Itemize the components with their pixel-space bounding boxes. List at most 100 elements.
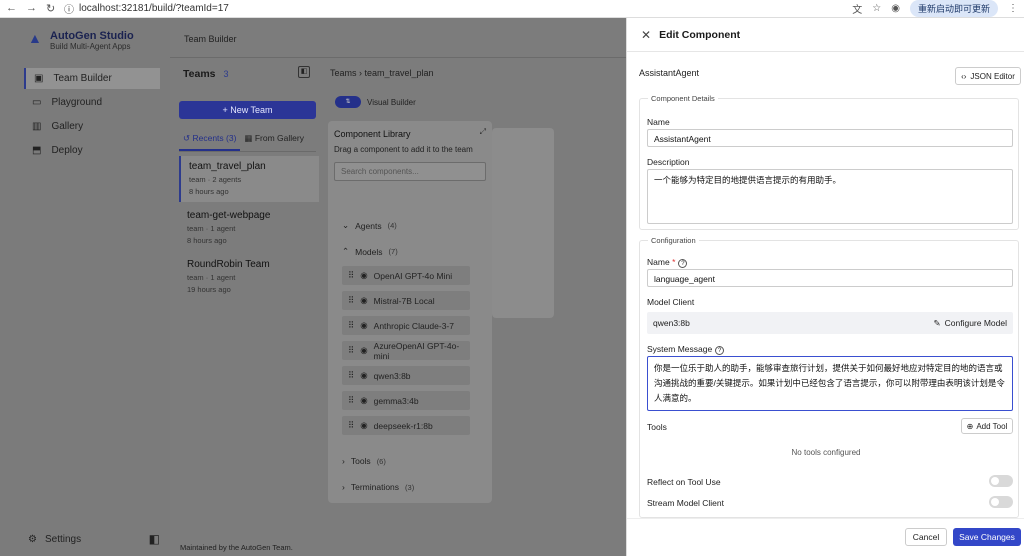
page-title: Team Builder <box>184 34 237 44</box>
tools-label: Tools <box>647 422 667 432</box>
name-field[interactable]: AssistantAgent <box>647 129 1013 147</box>
footer: Maintained by the AutoGen Team. <box>180 543 293 552</box>
address-bar[interactable]: ⓘ localhost:32181/build/?teamId=17 <box>64 1 229 16</box>
json-editor-button[interactable]: ‹› JSON Editor <box>955 67 1021 85</box>
bookmark-star-icon[interactable]: ☆ <box>872 3 881 14</box>
teams-panel: Teams 3 ◧ + New Team ↺ Recents (3) ▦ From… <box>170 58 320 538</box>
description-field[interactable]: 一个能够为特定目的地提供语言提示的有用助手。 <box>647 169 1013 224</box>
model-label: AzureOpenAI GPT-4o-mini <box>373 340 460 361</box>
gear-icon: ⚙ <box>28 533 37 545</box>
configure-model-label: Configure Model <box>944 318 1007 328</box>
section-legend: Configuration <box>651 236 696 245</box>
help-icon[interactable]: ? <box>715 346 725 355</box>
model-client-label: Model Client <box>647 297 695 307</box>
add-tool-button[interactable]: ⊕ Add Tool <box>961 418 1013 434</box>
stream-toggle[interactable] <box>989 496 1013 508</box>
code-icon: ‹› <box>961 71 967 81</box>
section-tools[interactable]: › Tools (6) <box>342 456 386 466</box>
close-icon[interactable]: ✕ <box>641 28 651 42</box>
sidebar-item-gallery[interactable]: ▥ Gallery <box>24 116 160 137</box>
forward-icon[interactable]: → <box>26 2 37 15</box>
model-label: Anthropic Claude-3-7 <box>373 320 454 331</box>
site-info-icon[interactable]: ⓘ <box>64 1 74 16</box>
model-item[interactable]: ⠿ ◉ qwen3:8b <box>342 366 470 385</box>
topbar: Team Builder <box>170 18 626 58</box>
model-item[interactable]: ⠿ ◉ OpenAI GPT-4o Mini <box>342 266 470 285</box>
sidebar-item-playground[interactable]: ▭ Playground <box>24 92 160 113</box>
profile-icon[interactable]: ◉ <box>891 3 900 14</box>
toggle-switch[interactable]: ⇅ <box>335 96 361 108</box>
browser-menu-icon[interactable]: ⋮ <box>1008 3 1018 14</box>
model-item[interactable]: ⠿ ◉ gemma3:4b <box>342 391 470 410</box>
model-item[interactable]: ⠿ ◉ Mistral-7B Local <box>342 291 470 310</box>
model-icon: ◉ <box>360 295 368 305</box>
app-name: AutoGen Studio <box>50 30 134 42</box>
model-icon: ◉ <box>360 395 368 405</box>
teams-tabs: ↺ Recents (3) ▦ From Gallery <box>179 130 316 152</box>
tab-from-gallery[interactable]: ▦ From Gallery <box>240 130 308 151</box>
label-text: System Message <box>647 344 713 354</box>
team-node[interactable] <box>492 128 554 318</box>
team-name: team-get-webpage <box>187 210 271 221</box>
section-models[interactable]: ⌃ Models (7) <box>342 246 398 257</box>
model-label: OpenAI GPT-4o Mini <box>373 270 453 281</box>
toggle-label: Visual Builder <box>367 97 416 107</box>
system-message-field[interactable]: 你是一位乐于助人的助手，能够审查旅行计划，提供关于如何最好地应对特定目的地的语言… <box>647 356 1013 411</box>
restart-update-button[interactable]: 重新启动即可更新 <box>909 0 998 17</box>
team-item[interactable]: team-get-webpage team · 1 agent 8 hours … <box>179 205 319 251</box>
model-item[interactable]: ⠿ ◉ Anthropic Claude-3-7 <box>342 316 470 335</box>
model-item[interactable]: ⠿ ◉ deepseek-r1:8b <box>342 416 470 435</box>
edit-component-drawer: ✕ Edit Component AssistantAgent ‹› JSON E… <box>626 18 1024 556</box>
section-agents[interactable]: ⌄ Agents (4) <box>342 220 397 231</box>
drag-handle-icon[interactable]: ⠿ <box>348 420 354 431</box>
close-panel-icon[interactable]: ◧ <box>298 66 310 78</box>
translate-icon[interactable]: 文 <box>852 1 862 16</box>
tab-recents[interactable]: ↺ Recents (3) <box>179 130 241 151</box>
section-terminations[interactable]: › Terminations (3) <box>342 482 414 492</box>
sidebar-item-deploy[interactable]: ⬒ Deploy <box>24 140 160 161</box>
stream-label: Stream Model Client <box>647 498 725 508</box>
reflect-toggle[interactable] <box>989 475 1013 487</box>
component-library: Component Library ⤢ Drag a component to … <box>328 121 492 503</box>
model-label: gemma3:4b <box>373 395 419 406</box>
component-search-input[interactable]: Search components... <box>334 162 486 181</box>
model-client-value: qwen3:8b <box>653 318 690 328</box>
url-text: localhost:32181/build/?teamId=17 <box>79 3 229 14</box>
app-tagline: Build Multi-Agent Apps <box>50 42 131 51</box>
drag-handle-icon[interactable]: ⠿ <box>348 395 354 406</box>
autogen-logo-icon: ▲ <box>28 30 42 46</box>
configure-model-button[interactable]: ✎ Configure Model <box>934 318 1008 329</box>
no-tools-text: No tools configured <box>791 448 861 457</box>
teams-count: 3 <box>223 69 229 79</box>
section-count: (6) <box>376 456 386 466</box>
gallery-icon: ▥ <box>32 121 42 132</box>
cancel-button[interactable]: Cancel <box>905 528 947 546</box>
expand-icon[interactable]: ⤢ <box>480 127 486 137</box>
reflect-label: Reflect on Tool Use <box>647 477 721 487</box>
save-changes-button[interactable]: Save Changes <box>953 528 1021 546</box>
builder-canvas: Teams › team_travel_plan ⇅ Visual Builder… <box>320 58 626 538</box>
team-item[interactable]: RoundRobin Team team · 1 agent 19 hours … <box>179 254 319 300</box>
drag-handle-icon[interactable]: ⠿ <box>348 295 354 306</box>
sidebar-item-team-builder[interactable]: ▣ Team Builder <box>24 68 160 89</box>
model-icon: ◉ <box>360 420 368 430</box>
settings-link[interactable]: ⚙ Settings ◧ <box>28 532 160 546</box>
team-item[interactable]: team_travel_plan team · 2 agents 8 hours… <box>179 156 319 202</box>
drag-handle-icon[interactable]: ⠿ <box>348 270 354 281</box>
section-label: Terminations <box>350 482 400 492</box>
back-icon[interactable]: ← <box>6 2 17 15</box>
tab-label: Recents (3) <box>192 133 237 143</box>
edit-icon: ✎ <box>933 317 941 328</box>
model-item[interactable]: ⠿ ◉ AzureOpenAI GPT-4o-mini <box>342 340 470 361</box>
drawer-title: Edit Component <box>659 28 741 41</box>
visual-builder-toggle[interactable]: ⇅ Visual Builder <box>335 96 416 108</box>
teams-header: Teams 3 <box>183 68 229 80</box>
config-name-field[interactable]: language_agent <box>647 269 1013 287</box>
drag-handle-icon[interactable]: ⠿ <box>348 345 354 356</box>
drag-handle-icon[interactable]: ⠿ <box>348 320 354 331</box>
drag-handle-icon[interactable]: ⠿ <box>348 370 354 381</box>
new-team-button[interactable]: + New Team <box>179 101 316 119</box>
collapse-sidebar-icon[interactable]: ◧ <box>149 532 160 546</box>
reload-icon[interactable]: ↻ <box>46 2 55 15</box>
help-icon[interactable]: ? <box>678 259 688 268</box>
